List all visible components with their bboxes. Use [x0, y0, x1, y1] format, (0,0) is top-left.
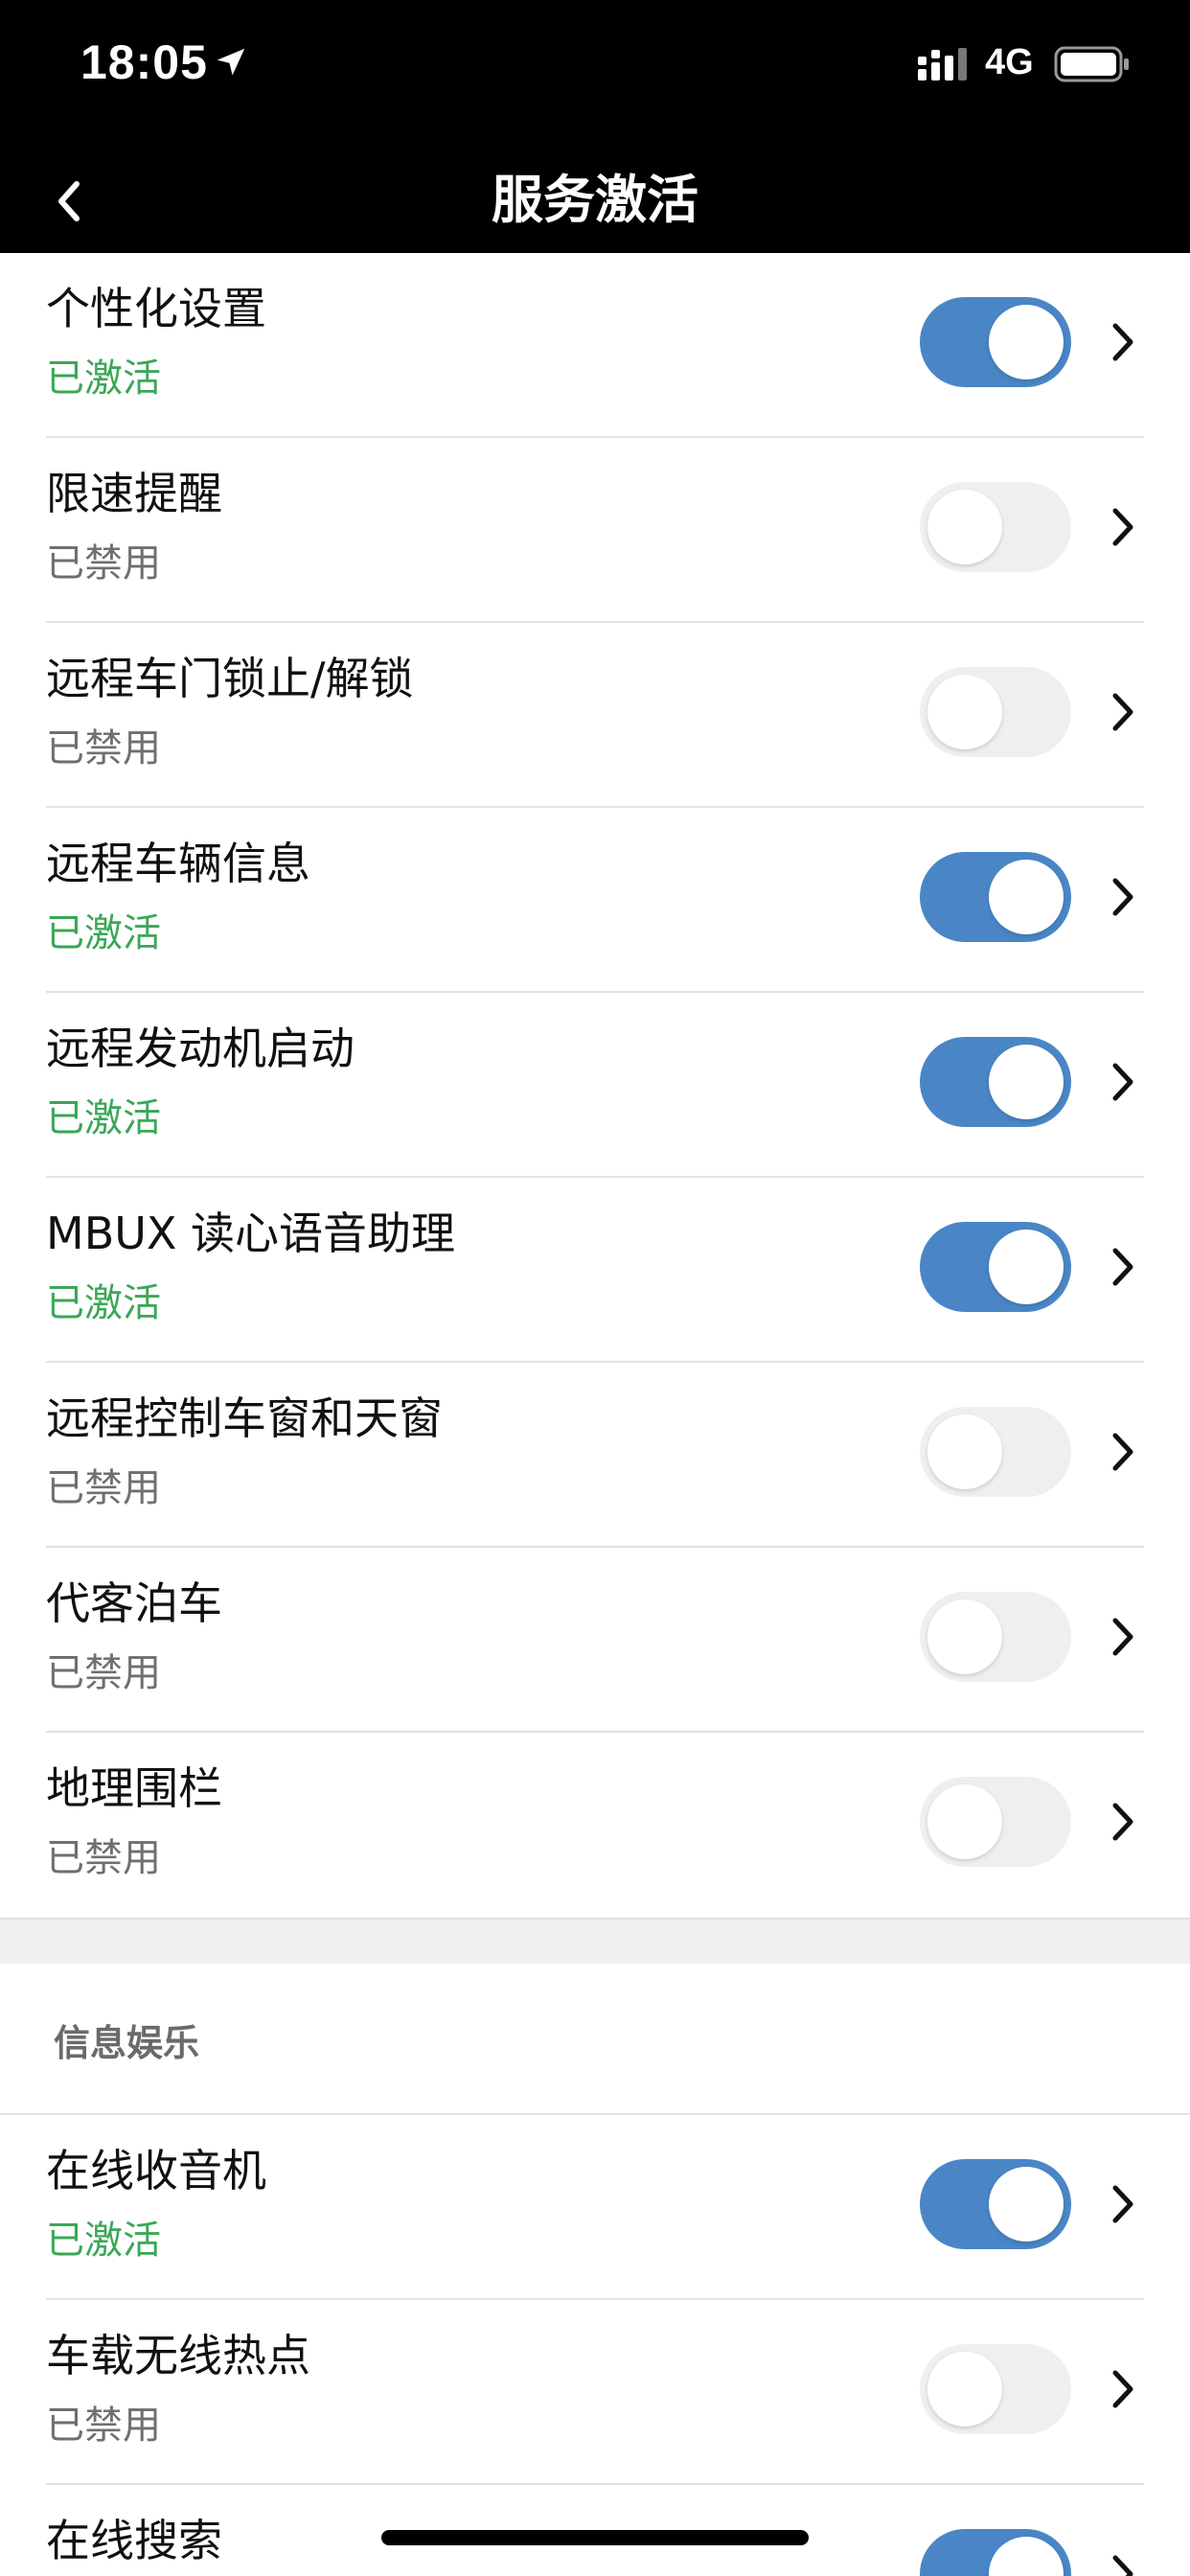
service-title: 远程车辆信息 — [46, 838, 310, 889]
service-title: 地理围栏 — [46, 1762, 222, 1814]
chevron-right-icon[interactable] — [1110, 505, 1136, 549]
service-title: 远程车门锁止/解锁 — [46, 653, 414, 704]
chevron-right-icon[interactable] — [1110, 1430, 1136, 1474]
service-status: 已禁用 — [46, 726, 161, 770]
status-bar: 18:05 4G — [0, 0, 1190, 134]
service-title: 个性化设置 — [46, 283, 266, 334]
service-title: 在线收音机 — [46, 2145, 266, 2196]
chevron-right-icon[interactable] — [1110, 2367, 1136, 2411]
service-title: 限速提醒 — [46, 468, 222, 519]
home-indicator — [381, 2530, 809, 2545]
service-status: 已禁用 — [46, 541, 161, 586]
battery-icon — [1054, 46, 1129, 82]
service-toggle[interactable] — [920, 2529, 1071, 2576]
service-status: 已禁用 — [46, 1836, 161, 1880]
service-list: 个性化设置 已激活 限速提醒 已禁用 远程车门锁止/解锁 已禁用 远程车辆信息 已激活 远程发动… — [0, 253, 1190, 2576]
service-row[interactable]: 代客泊车 已禁用 — [0, 1548, 1190, 1733]
status-time: 18:05 — [80, 35, 208, 89]
service-row[interactable]: 车载无线热点 已禁用 — [0, 2300, 1190, 2485]
toggle-knob — [989, 1230, 1064, 1304]
service-title: MBUX 读心语音助理 — [46, 1208, 456, 1259]
chevron-right-icon[interactable] — [1110, 1060, 1136, 1104]
infotainment-group: 在线收音机已激活车载无线热点已禁用在线搜索 — [0, 2115, 1190, 2576]
toggle-knob — [989, 860, 1064, 934]
service-status: 已禁用 — [46, 1651, 161, 1695]
service-row[interactable]: 远程车门锁止/解锁已禁用 — [0, 623, 1190, 808]
service-title: 在线搜索 — [46, 2515, 222, 2566]
chevron-right-icon[interactable] — [1110, 1615, 1136, 1659]
service-row[interactable]: 远程车辆信息 已激活 — [0, 808, 1190, 993]
toggle-knob — [927, 2352, 1002, 2426]
toggle-knob — [927, 675, 1002, 749]
service-title: 代客泊车 — [46, 1577, 222, 1629]
service-toggle[interactable] — [920, 2159, 1071, 2249]
service-status: 已激活 — [46, 1096, 161, 1140]
toggle-knob — [927, 1414, 1002, 1489]
chevron-right-icon[interactable] — [1110, 875, 1136, 919]
toggle-knob — [989, 2537, 1064, 2576]
network-type: 4G — [985, 42, 1034, 82]
chevron-right-icon[interactable] — [1110, 2552, 1136, 2576]
toggle-knob — [989, 2167, 1064, 2242]
section-divider — [0, 1918, 1190, 1964]
service-toggle[interactable] — [920, 1592, 1071, 1682]
signal-icon — [918, 48, 967, 80]
service-row[interactable]: 远程发动机启动已激活 — [0, 993, 1190, 1178]
service-row[interactable]: 限速提醒 已禁用 — [0, 438, 1190, 623]
service-row[interactable]: 在线收音机 已激活 — [0, 2115, 1190, 2300]
nav-bar: 服务激活 — [0, 134, 1190, 253]
section-title: 信息娱乐 — [54, 2022, 200, 2064]
service-status: 已禁用 — [46, 1466, 161, 1510]
chevron-right-icon[interactable] — [1110, 1800, 1136, 1844]
service-status: 已禁用 — [46, 2404, 161, 2448]
chevron-right-icon[interactable] — [1110, 320, 1136, 364]
toggle-knob — [927, 490, 1002, 564]
toggle-knob — [927, 1599, 1002, 1674]
service-toggle[interactable] — [920, 297, 1071, 387]
service-activation-screen: 18:05 4G 服务激活 个性化设置 已激活 限速提醒 已禁用 远程车门锁止/… — [0, 0, 1190, 2576]
toggle-knob — [927, 1784, 1002, 1859]
service-row[interactable]: 远程控制车窗和天窗已禁用 — [0, 1363, 1190, 1548]
chevron-right-icon[interactable] — [1110, 1245, 1136, 1289]
location-arrow-icon — [217, 48, 245, 76]
service-row[interactable]: MBUX 读心语音助理已激活 — [0, 1178, 1190, 1363]
page-title: 服务激活 — [492, 170, 698, 230]
toggle-knob — [989, 305, 1064, 380]
service-toggle[interactable] — [920, 482, 1071, 572]
service-row[interactable]: 地理围栏 已禁用 — [0, 1733, 1190, 1918]
header: 18:05 4G 服务激活 — [0, 0, 1190, 253]
chevron-right-icon[interactable] — [1110, 690, 1136, 734]
service-title: 远程控制车窗和天窗 — [46, 1392, 443, 1444]
services-group: 个性化设置 已激活 限速提醒 已禁用 远程车门锁止/解锁 已禁用 远程车辆信息 已激活 远程发动… — [0, 253, 1190, 1918]
service-toggle[interactable] — [920, 667, 1071, 757]
service-status: 已激活 — [46, 356, 161, 401]
service-toggle[interactable] — [920, 2344, 1071, 2434]
service-toggle[interactable] — [920, 852, 1071, 942]
service-toggle[interactable] — [920, 1777, 1071, 1867]
service-status: 已激活 — [46, 911, 161, 955]
service-row[interactable]: 个性化设置 已激活 — [0, 253, 1190, 438]
section-header-infotainment: 信息娱乐 — [0, 1964, 1190, 2115]
service-title: 车载无线热点 — [46, 2330, 310, 2381]
service-title: 远程发动机启动 — [46, 1023, 355, 1074]
toggle-knob — [989, 1045, 1064, 1119]
service-toggle[interactable] — [920, 1407, 1071, 1497]
service-status: 已激活 — [46, 2219, 161, 2263]
chevron-right-icon[interactable] — [1110, 2182, 1136, 2226]
service-toggle[interactable] — [920, 1222, 1071, 1312]
service-status: 已激活 — [46, 1281, 161, 1325]
service-toggle[interactable] — [920, 1037, 1071, 1127]
